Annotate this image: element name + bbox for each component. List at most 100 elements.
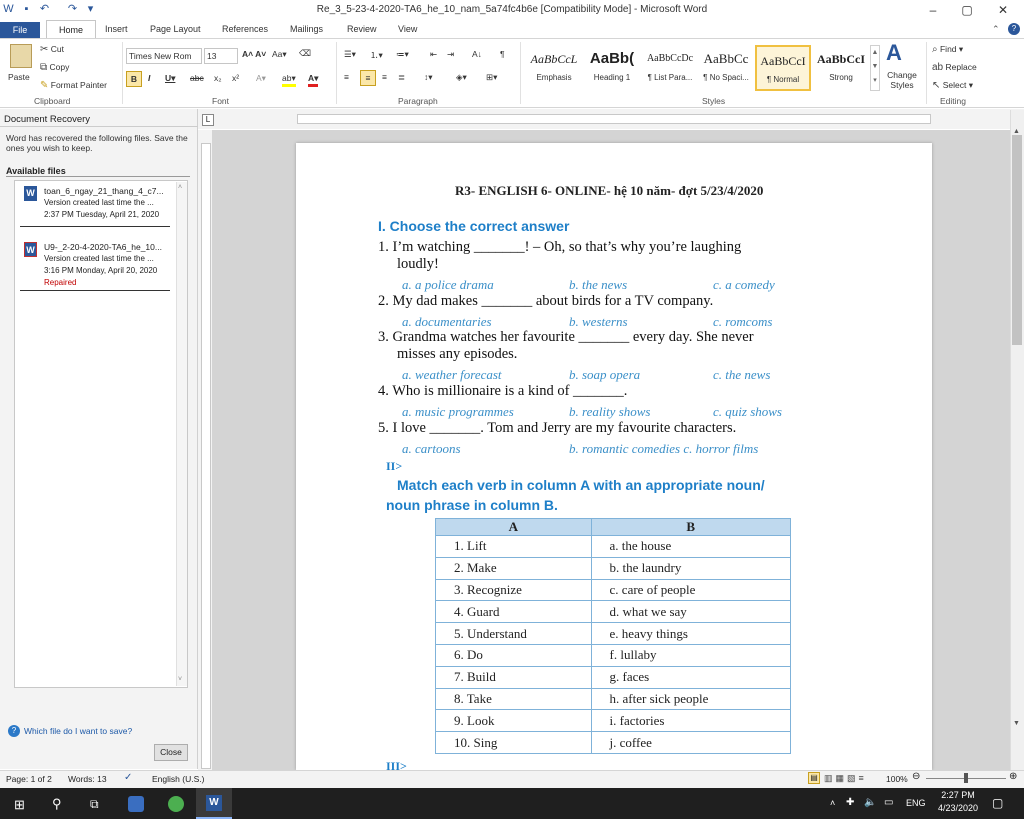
- scroll-up-arrow[interactable]: ▲: [1013, 128, 1020, 135]
- volume-icon[interactable]: 🔈: [864, 797, 876, 808]
- minimize-button[interactable]: –: [916, 0, 950, 20]
- underline-button[interactable]: U▾: [165, 73, 175, 84]
- matching-table-body: 1. Lift a. the house 2. Make b. the laundry…: [435, 535, 792, 754]
- app-icon[interactable]: [128, 796, 144, 812]
- verb-cell: 6. Do: [435, 643, 592, 667]
- align-right-icon[interactable]: ≡: [382, 72, 387, 82]
- word-count[interactable]: Words: 13: [68, 774, 107, 784]
- clipboard-group-label: Clipboard: [34, 96, 71, 106]
- tab-page-layout[interactable]: Page Layout: [150, 24, 201, 34]
- align-center-icon[interactable]: ≡: [360, 70, 376, 86]
- style-heading-1[interactable]: AaBb(Heading 1: [584, 45, 640, 91]
- style-no-spacing[interactable]: AaBbCc ¶ No Spaci...: [698, 45, 754, 91]
- divider: [20, 226, 170, 227]
- multilevel-list-icon[interactable]: ≔▾: [396, 49, 409, 60]
- zoom-out-icon[interactable]: ⊖: [912, 771, 920, 782]
- network-icon[interactable]: ✚: [846, 797, 854, 808]
- tab-review[interactable]: Review: [347, 24, 377, 34]
- scroll-down-icon[interactable]: ˅: [178, 676, 182, 683]
- minimize-ribbon-icon[interactable]: ⌃: [992, 24, 1000, 35]
- style-list-paragraph[interactable]: AaBbCcDc ¶ List Para...: [642, 45, 698, 91]
- proofing-icon[interactable]: ✓: [124, 772, 132, 783]
- help-link[interactable]: Which file do I want to save?: [24, 726, 132, 736]
- input-language[interactable]: ENG: [906, 798, 926, 808]
- paste-button[interactable]: Paste: [8, 72, 30, 82]
- tab-mailings[interactable]: Mailings: [290, 24, 323, 34]
- font-size-box[interactable]: 13: [204, 48, 238, 64]
- sort-icon[interactable]: A↓: [472, 49, 482, 59]
- print-layout-icon[interactable]: ▤: [808, 772, 820, 784]
- zoom-in-icon[interactable]: ⊕: [1009, 771, 1017, 782]
- zoom-level[interactable]: 100%: [886, 774, 908, 784]
- find-button[interactable]: ⌕ Find ▾: [932, 44, 963, 55]
- clear-format-icon[interactable]: ⌫: [299, 48, 311, 59]
- list-scrollbar[interactable]: [176, 182, 187, 686]
- change-styles-button[interactable]: Change Styles: [884, 70, 920, 90]
- start-icon[interactable]: ⊞: [14, 797, 25, 813]
- tab-references[interactable]: References: [222, 24, 268, 34]
- tab-view[interactable]: View: [398, 24, 417, 34]
- align-left-icon[interactable]: ≡: [344, 72, 349, 82]
- zoom-slider-thumb[interactable]: [964, 773, 968, 783]
- clock-time[interactable]: 2:27 PM: [938, 790, 978, 800]
- verb-cell: 3. Recognize: [435, 578, 592, 602]
- page-count[interactable]: Page: 1 of 2: [6, 774, 52, 784]
- task-view-icon[interactable]: ⧉: [90, 797, 99, 812]
- tab-home[interactable]: Home: [46, 20, 96, 39]
- tab-file[interactable]: File: [0, 22, 40, 39]
- scroll-down-arrow[interactable]: ▼: [1013, 720, 1020, 727]
- line-spacing-icon[interactable]: ↕▾: [424, 72, 433, 83]
- highlight-icon[interactable]: ab▾: [282, 73, 296, 87]
- close-recovery-button[interactable]: Close: [154, 744, 188, 761]
- horizontal-ruler[interactable]: [297, 114, 931, 124]
- recovered-file-name[interactable]: toan_6_ngay_21_thang_4_c7...: [44, 186, 164, 196]
- increase-indent-icon[interactable]: ⇥: [447, 49, 454, 60]
- tab-selector[interactable]: L: [202, 114, 214, 126]
- styles-scroll[interactable]: ▲ ▼ ▾: [870, 45, 880, 91]
- select-button[interactable]: ↖ Select ▾: [932, 80, 973, 91]
- bold-button[interactable]: B: [126, 71, 142, 87]
- scroll-up-icon[interactable]: ˄: [178, 184, 182, 191]
- style-name: Heading 1: [593, 73, 631, 82]
- borders-icon[interactable]: ⊞▾: [486, 72, 497, 83]
- font-name-box[interactable]: Times New Rom: [126, 48, 202, 64]
- strikethrough-button[interactable]: abc: [190, 73, 204, 83]
- style-normal[interactable]: AaBbCcI ¶ Normal: [755, 45, 811, 91]
- keyboard-icon[interactable]: ▭: [884, 797, 893, 808]
- subscript-button[interactable]: x₂: [214, 73, 222, 83]
- decrease-indent-icon[interactable]: ⇤: [430, 49, 437, 60]
- superscript-button[interactable]: x²: [232, 73, 239, 83]
- replace-button[interactable]: ab Replace: [932, 62, 977, 73]
- replace-label: Replace: [945, 62, 977, 72]
- maximize-button[interactable]: ▢: [950, 0, 984, 20]
- numbering-icon[interactable]: ⒈▾: [370, 49, 383, 61]
- question-2: 2. My dad makes _______ about birds for …: [378, 293, 714, 309]
- close-button[interactable]: ✕: [986, 0, 1020, 20]
- search-icon[interactable]: ⚲: [52, 796, 62, 812]
- language-status[interactable]: English (U.S.): [152, 774, 204, 784]
- style-strong[interactable]: AaBbCcI Strong: [813, 45, 869, 91]
- copy-button[interactable]: ⧉ Copy: [40, 62, 69, 73]
- bullets-icon[interactable]: ☰▾: [344, 49, 356, 60]
- grow-font-icon[interactable]: A˄ A˅: [242, 49, 266, 59]
- tab-insert[interactable]: Insert: [105, 24, 128, 34]
- style-emphasis[interactable]: AaBbCcL Emphasis: [526, 45, 582, 91]
- view-buttons-icon[interactable]: ▥▦▧≡: [824, 773, 867, 784]
- recovered-file-name[interactable]: U9-_2-20-4-2020-TA6_he_10...: [44, 242, 162, 252]
- shading-icon[interactable]: ◈▾: [456, 72, 467, 83]
- format-painter-button[interactable]: ✎ Format Painter: [40, 80, 107, 91]
- cut-button[interactable]: ✂ Cut: [40, 44, 64, 55]
- text-effects-icon[interactable]: A▾: [256, 73, 266, 84]
- clock-date[interactable]: 4/23/2020: [934, 803, 982, 813]
- change-case-icon[interactable]: Aa▾: [272, 49, 287, 60]
- paste-icon[interactable]: [10, 44, 32, 68]
- show-formatting-icon[interactable]: ¶: [500, 49, 505, 59]
- font-color-icon[interactable]: A▾: [308, 73, 319, 87]
- justify-icon[interactable]: ≣: [398, 72, 405, 83]
- help-icon[interactable]: ?: [1008, 23, 1020, 35]
- italic-button[interactable]: I: [148, 73, 150, 83]
- browser-icon[interactable]: [168, 796, 184, 812]
- tray-chevron-icon[interactable]: ˄: [830, 798, 835, 808]
- scroll-thumb[interactable]: [1012, 135, 1022, 345]
- notifications-icon[interactable]: ▢: [992, 796, 1003, 810]
